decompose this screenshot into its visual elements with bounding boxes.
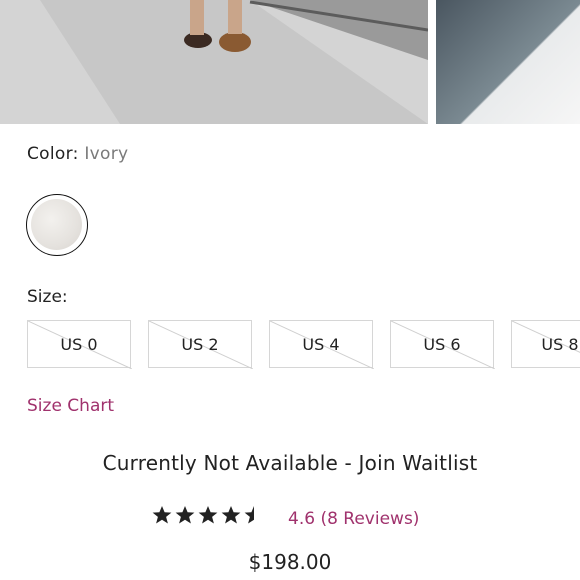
- size-option-us6[interactable]: US 6: [390, 320, 495, 369]
- size-option-label: US 4: [302, 334, 340, 354]
- size-option-us0[interactable]: US 0: [27, 320, 132, 369]
- rating-stars: [152, 505, 264, 525]
- size-option-us2[interactable]: US 2: [148, 320, 253, 369]
- swatch-fill: [31, 199, 82, 250]
- color-swatch-ivory[interactable]: [26, 194, 88, 256]
- size-option-us8[interactable]: US 8: [511, 320, 580, 368]
- size-label: Size:: [27, 287, 68, 307]
- size-option-label: US 6: [423, 334, 461, 354]
- size-option-label: US 8: [541, 334, 579, 354]
- join-waitlist-button[interactable]: Currently Not Available - Join Waitlist: [0, 451, 580, 475]
- star-full-icon: [175, 506, 195, 524]
- product-image-secondary[interactable]: [436, 0, 580, 124]
- size-option-label: US 0: [60, 334, 98, 354]
- size-option-label: US 2: [181, 334, 219, 354]
- color-value: Ivory: [84, 144, 129, 164]
- star-full-icon: [152, 506, 172, 524]
- product-image-main[interactable]: [0, 0, 428, 124]
- star-half-icon: [244, 506, 254, 524]
- size-option-us4[interactable]: US 4: [269, 320, 374, 369]
- color-selector-label: Color: Ivory: [27, 144, 128, 164]
- reviews-link[interactable]: 4.6 (8 Reviews): [288, 509, 419, 529]
- size-chart-link[interactable]: Size Chart: [27, 396, 114, 416]
- star-full-icon: [198, 506, 218, 524]
- product-price: $198.00: [248, 550, 332, 574]
- star-full-icon: [221, 506, 241, 524]
- color-label: Color:: [27, 144, 79, 164]
